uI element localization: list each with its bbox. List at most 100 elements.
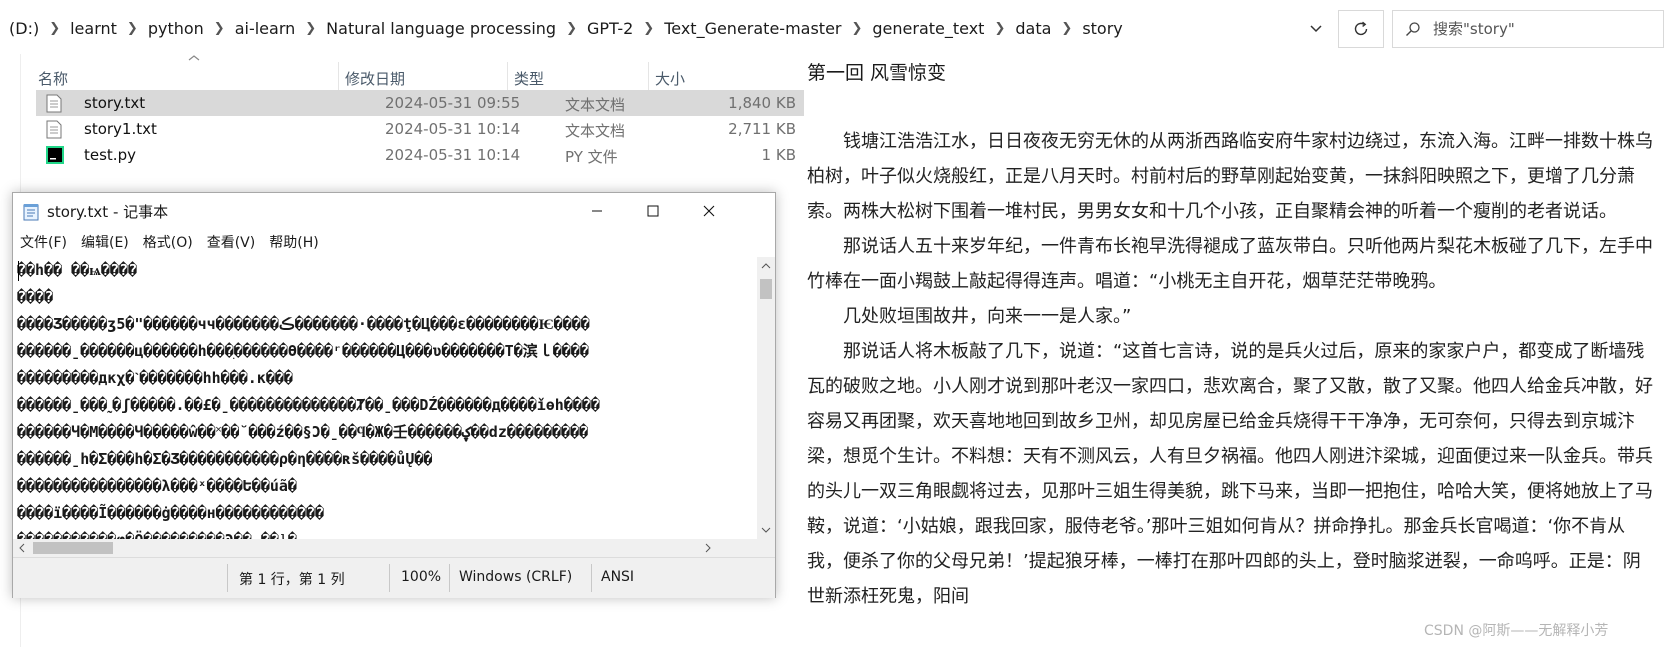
file-type: 文本文档 bbox=[565, 122, 626, 140]
status-zoom: 100% bbox=[401, 569, 442, 585]
menu-help[interactable]: 帮助(H) bbox=[262, 231, 325, 255]
text-file-icon bbox=[46, 94, 62, 113]
breadcrumb-item[interactable]: Natural language processing bbox=[317, 19, 565, 38]
text-line: ����������������λ���ˣ����Ե��úã� bbox=[17, 477, 297, 495]
text-line: ����ï����Ĩ������ġ����н������������ bbox=[17, 504, 325, 522]
scroll-left-icon[interactable] bbox=[13, 539, 31, 557]
preview-paragraph: 那说话人将木板敲了几下，说道：“这首七言诗，说的是兵火过后，原来的家家户户，都变… bbox=[807, 341, 1653, 607]
horizontal-scrollbar[interactable] bbox=[13, 539, 757, 557]
column-divider[interactable] bbox=[338, 62, 339, 92]
breadcrumb[interactable]: (D:) ❯ learnt ❯ python ❯ ai-learn ❯ Natural … bbox=[0, 10, 1262, 46]
menu-file[interactable]: 文件(F) bbox=[13, 231, 74, 255]
minimize-button[interactable] bbox=[569, 193, 625, 229]
file-name: story.txt bbox=[84, 94, 146, 112]
preview-text: 钱塘江浩浩江水，日日夜夜无穷无休的从两浙西路临安府牛家村边绕过，东流入海。江畔一… bbox=[807, 124, 1655, 614]
file-size: 2,711 KB bbox=[728, 120, 796, 138]
text-line: ������Ч�М����Ч�����ŵ��˟��˘���ź��§Ͻ�ˍ��ϥ�… bbox=[17, 423, 589, 441]
text-line: �����������ⱷ�Ö���������Ͽ��.��ˡ� bbox=[17, 527, 757, 539]
chevron-right-icon[interactable]: ❯ bbox=[213, 21, 226, 36]
text-caret bbox=[18, 261, 19, 281]
file-name: story1.txt bbox=[84, 120, 157, 138]
watermark: CSDN @阿斯——无解释小芳 bbox=[1424, 623, 1609, 639]
close-button[interactable] bbox=[681, 193, 737, 229]
vertical-scrollbar[interactable] bbox=[757, 257, 775, 539]
chevron-right-icon[interactable]: ❯ bbox=[993, 21, 1006, 36]
breadcrumb-item[interactable]: data bbox=[1006, 19, 1060, 38]
breadcrumb-item[interactable]: Text_Generate-master bbox=[655, 19, 850, 38]
search-box[interactable] bbox=[1392, 10, 1664, 48]
file-date: 2024-05-31 10:14 bbox=[385, 146, 521, 164]
pycharm-file-icon bbox=[46, 146, 64, 164]
status-line-ending: Windows (CRLF) bbox=[459, 569, 573, 585]
preview-paragraph: 钱塘江浩浩江水，日日夜夜无穷无休的从两浙西路临安府牛家村边绕过，东流入海。江畔一… bbox=[807, 131, 1653, 222]
status-divider bbox=[449, 564, 450, 592]
notepad-statusbar: 第 1 行，第 1 列 100% Windows (CRLF) ANSI bbox=[13, 557, 775, 598]
chevron-down-icon bbox=[1310, 25, 1322, 33]
column-divider[interactable] bbox=[507, 62, 508, 92]
scroll-down-icon[interactable] bbox=[757, 521, 775, 539]
column-size[interactable]: 大小 bbox=[655, 68, 685, 89]
file-row-test-py[interactable]: test.py 2024-05-31 10:14 PY 文件 1 KB bbox=[36, 142, 804, 168]
breadcrumb-item[interactable]: (D:) bbox=[0, 19, 48, 38]
file-name: test.py bbox=[84, 146, 136, 164]
status-position: 第 1 行，第 1 列 bbox=[239, 572, 345, 588]
breadcrumb-item[interactable]: python bbox=[139, 19, 213, 38]
refresh-icon bbox=[1354, 21, 1368, 36]
chevron-right-icon[interactable]: ❯ bbox=[642, 21, 655, 36]
column-type[interactable]: 类型 bbox=[514, 68, 544, 89]
column-date[interactable]: 修改日期 bbox=[345, 68, 405, 89]
chevron-right-icon[interactable]: ❯ bbox=[1060, 21, 1073, 36]
file-list: 名称 修改日期 类型 大小 story.txt 2024-05-31 09:55… bbox=[20, 54, 804, 194]
file-date: 2024-05-31 10:14 bbox=[385, 120, 521, 138]
menu-edit[interactable]: 编辑(E) bbox=[74, 231, 136, 255]
file-type: PY 文件 bbox=[565, 148, 618, 166]
text-line: ���� bbox=[17, 288, 54, 306]
chevron-right-icon[interactable]: ❯ bbox=[126, 21, 139, 36]
text-file-icon bbox=[46, 120, 62, 139]
notepad-menubar: 文件(F) 编辑(E) 格式(O) 查看(V) 帮助(H) bbox=[13, 231, 326, 255]
column-name[interactable]: 名称 bbox=[38, 68, 68, 89]
chevron-right-icon[interactable]: ❯ bbox=[850, 21, 863, 36]
scroll-right-icon[interactable] bbox=[699, 539, 717, 557]
status-divider bbox=[591, 564, 592, 592]
chevron-right-icon[interactable]: ❯ bbox=[48, 21, 61, 36]
scrollbar-corner bbox=[757, 539, 775, 557]
horizontal-scroll-thumb[interactable] bbox=[33, 542, 113, 554]
breadcrumb-item[interactable]: GPT-2 bbox=[578, 19, 642, 38]
file-row-story1-txt[interactable]: story1.txt 2024-05-31 10:14 文本文档 2,711 K… bbox=[36, 116, 804, 142]
column-divider[interactable] bbox=[648, 62, 649, 92]
chevron-right-icon[interactable]: ❯ bbox=[565, 21, 578, 36]
breadcrumb-item[interactable]: story bbox=[1073, 19, 1131, 38]
address-history-button[interactable] bbox=[1298, 12, 1334, 46]
text-line: ������ˍ������ц������h���ׅ������Ө����ʳ���… bbox=[17, 342, 589, 360]
chevron-right-icon[interactable]: ❯ bbox=[304, 21, 317, 36]
notepad-window: story.txt - 记事本 文件(F) 编辑(E) 格式(O) 查看(V) … bbox=[12, 192, 776, 598]
notepad-text-area[interactable]: ��h�� ��ѩ���� ���� ����Ʒ�����ʒ5�"������ч… bbox=[13, 257, 757, 539]
minimize-icon bbox=[592, 210, 602, 212]
menu-format[interactable]: 格式(O) bbox=[136, 231, 200, 255]
breadcrumb-item[interactable]: ai-learn bbox=[226, 19, 305, 38]
menu-view[interactable]: 查看(V) bbox=[200, 231, 263, 255]
text-line: ������ˍ���˷�ʃ�����.��£�ˍ��������������Ⱦ�… bbox=[17, 396, 600, 414]
file-size: 1 KB bbox=[761, 146, 796, 164]
file-row-story-txt[interactable]: story.txt 2024-05-31 09:55 文本文档 1,840 KB bbox=[36, 90, 804, 116]
maximize-button[interactable] bbox=[625, 193, 681, 229]
preview-pane[interactable]: 第一回 风雪惊变 钱塘江浩浩江水，日日夜夜无穷无休的从两浙西路临安府牛家村边绕过… bbox=[804, 54, 1664, 647]
preview-chapter-title: 第一回 风雪惊变 bbox=[807, 62, 947, 84]
text-line: ������ˍh�Σ���h�Σ�Ʒ�����������ρ�ƞ����ʀš��… bbox=[17, 450, 433, 468]
status-divider bbox=[389, 564, 390, 592]
status-encoding: ANSI bbox=[601, 569, 635, 585]
vertical-scroll-thumb[interactable] bbox=[760, 279, 772, 299]
scroll-up-icon[interactable] bbox=[757, 257, 775, 275]
search-input[interactable] bbox=[1433, 20, 1633, 38]
search-icon bbox=[1393, 21, 1433, 37]
text-line: ����Ʒ�����ʒ5�"������чч�������ڪ�������·��… bbox=[17, 315, 590, 333]
file-date: 2024-05-31 09:55 bbox=[385, 94, 521, 112]
preview-paragraph: 几处败垣围故井，向来一一是人家。” bbox=[843, 306, 1132, 327]
breadcrumb-item[interactable]: generate_text bbox=[863, 19, 993, 38]
close-icon bbox=[703, 205, 715, 217]
notepad-icon bbox=[23, 204, 39, 221]
notepad-titlebar[interactable]: story.txt - 记事本 bbox=[13, 193, 775, 229]
breadcrumb-item[interactable]: learnt bbox=[61, 19, 126, 38]
refresh-button[interactable] bbox=[1338, 10, 1384, 48]
